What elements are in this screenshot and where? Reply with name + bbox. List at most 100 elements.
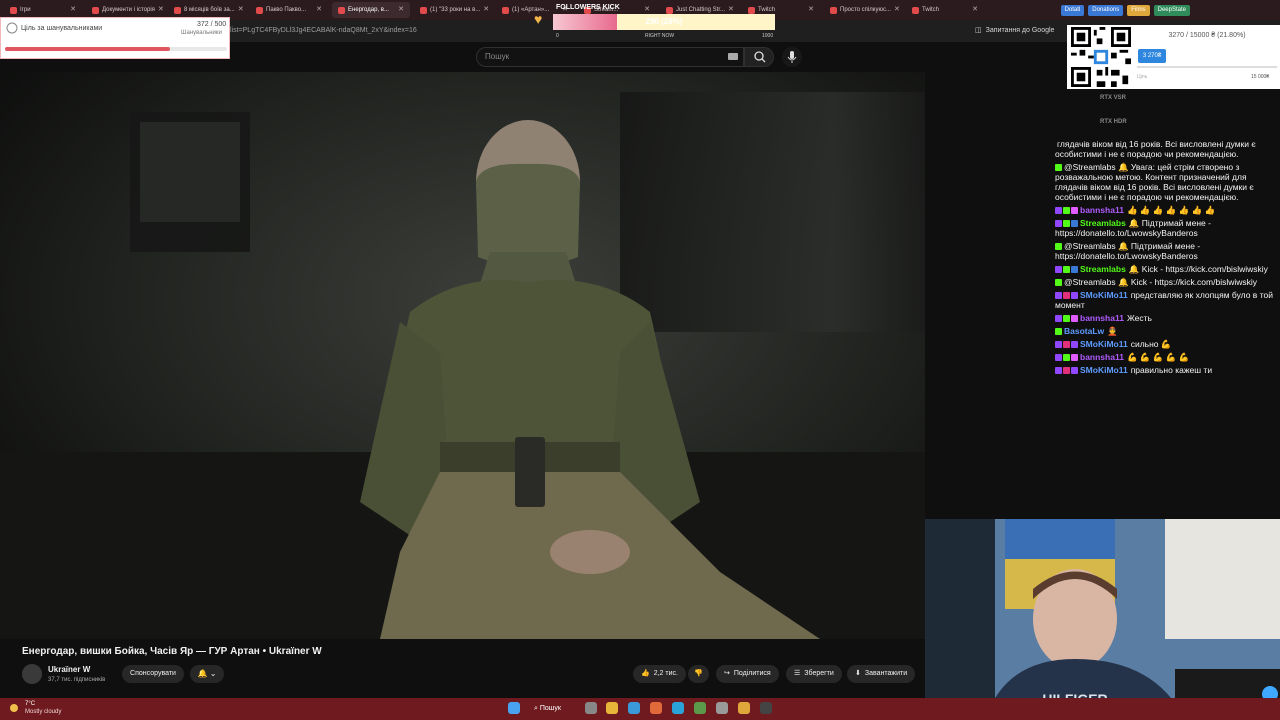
goal-progress-track bbox=[5, 47, 227, 51]
browser-tab[interactable]: Енергодар, в... ✕ bbox=[332, 2, 410, 18]
chat-username[interactable]: BasotaLw bbox=[1064, 326, 1104, 336]
video-player[interactable] bbox=[0, 72, 925, 639]
chat-badge-icon bbox=[1071, 367, 1078, 375]
chat-username[interactable]: SMoKiMo11 bbox=[1080, 365, 1128, 375]
weather-icon bbox=[10, 704, 18, 712]
ask-google-button[interactable]: ◫ Запитання до Google bbox=[975, 23, 1054, 39]
chat-badge-icon bbox=[1055, 315, 1062, 323]
chat-username[interactable]: SMoKiMo11 bbox=[1080, 290, 1128, 300]
browser-tab[interactable]: Ігри ✕ bbox=[4, 2, 82, 18]
chat-username[interactable]: SMoKiMo11 bbox=[1080, 339, 1128, 349]
dislike-button[interactable]: 👎 bbox=[688, 665, 709, 683]
bookmark-item[interactable]: DeepState bbox=[1153, 4, 1190, 16]
chat-badges bbox=[1055, 164, 1062, 172]
chrome-icon[interactable] bbox=[738, 702, 750, 714]
close-tab-icon[interactable]: ✕ bbox=[398, 2, 404, 18]
edge-icon[interactable] bbox=[628, 702, 640, 714]
search-button[interactable] bbox=[744, 47, 774, 67]
bookmark-item[interactable]: Films bbox=[1127, 4, 1150, 16]
share-label: Поділитися bbox=[733, 670, 771, 677]
close-tab-icon[interactable]: ✕ bbox=[894, 2, 900, 18]
file-explorer-icon[interactable] bbox=[606, 702, 618, 714]
rtx-vsr-label: RTX VSR bbox=[1100, 95, 1127, 101]
bookmark-item[interactable]: Donations bbox=[1088, 4, 1124, 16]
chat-badges bbox=[1055, 315, 1078, 323]
tab-label: Twitch bbox=[922, 7, 940, 13]
keyboard-icon[interactable] bbox=[728, 53, 738, 60]
followers-now-label: RIGHT NOW bbox=[645, 33, 675, 39]
weather-temperature[interactable]: 7°C bbox=[25, 701, 35, 707]
chat-badges bbox=[1055, 243, 1062, 251]
close-tab-icon[interactable]: ✕ bbox=[70, 2, 76, 18]
steam-icon[interactable] bbox=[760, 702, 772, 714]
chat-username[interactable]: Streamlabs bbox=[1080, 264, 1126, 274]
weather-description[interactable]: Mostly cloudy bbox=[25, 709, 61, 715]
close-tab-icon[interactable]: ✕ bbox=[316, 2, 322, 18]
chat-badge-icon bbox=[1063, 367, 1070, 375]
chat-message: @Streamlabs 🔔 Kick - https://kick.com/bi… bbox=[1055, 277, 1277, 287]
thumbs-down-icon: 👎 bbox=[694, 670, 703, 677]
close-tab-icon[interactable]: ✕ bbox=[972, 2, 978, 18]
chat-username[interactable]: bannsha11 bbox=[1080, 205, 1124, 215]
donation-progress-track bbox=[1137, 66, 1277, 68]
close-tab-icon[interactable]: ✕ bbox=[158, 2, 164, 18]
chat-badge-icon bbox=[1055, 292, 1062, 300]
browser-tab[interactable]: Просто спілкуюс... ✕ bbox=[824, 2, 902, 18]
followers-max: 1000 bbox=[762, 33, 774, 39]
obs-icon[interactable] bbox=[716, 702, 728, 714]
close-tab-icon[interactable]: ✕ bbox=[238, 2, 244, 18]
browser-tab[interactable]: Документи і історія ✕ bbox=[86, 2, 164, 18]
start-icon[interactable] bbox=[508, 702, 520, 714]
share-button[interactable]: ↪ Поділитися bbox=[716, 665, 779, 683]
bookmark-bar: Dotatl Donations Films DeepState bbox=[1057, 4, 1190, 16]
browser-tab[interactable]: (1) "33 роки на в... ✕ bbox=[414, 2, 492, 18]
chat-username[interactable]: bannsha11 bbox=[1080, 352, 1124, 362]
task-view-icon[interactable] bbox=[585, 702, 597, 714]
chat-message: @Streamlabs 🔔 Увага: цей стрім створено … bbox=[1055, 162, 1277, 202]
chat-username[interactable]: Streamlabs bbox=[1080, 218, 1126, 228]
chat-badge-icon bbox=[1055, 328, 1062, 336]
chat-badge-icon bbox=[1063, 266, 1070, 274]
chat-message: Streamlabs 🔔 Підтримай мене - https://don… bbox=[1055, 218, 1277, 238]
chat-badge-icon bbox=[1063, 220, 1070, 228]
notifications-button[interactable]: 🔔 ⌄ bbox=[190, 665, 224, 683]
sponsor-button[interactable]: Спонсорувати bbox=[122, 665, 184, 683]
channel-name[interactable]: Ukraїner W bbox=[48, 665, 90, 674]
goal-count: 372 / 500 bbox=[197, 21, 227, 28]
browser-tab[interactable]: Twitch ✕ bbox=[906, 2, 984, 18]
bookmark-item[interactable]: Dotatl bbox=[1060, 4, 1085, 16]
chat-badge-icon bbox=[1071, 266, 1078, 274]
tab-label: (1) "33 роки на в... bbox=[430, 7, 481, 13]
app-icon[interactable] bbox=[694, 702, 706, 714]
chat-badge-icon bbox=[1055, 367, 1062, 375]
firefox-icon[interactable] bbox=[650, 702, 662, 714]
chat-badge-icon bbox=[1071, 315, 1078, 323]
browser-tab[interactable]: 8 місяців боїв за... ✕ bbox=[168, 2, 246, 18]
browser-tab[interactable]: Пакво Пакво... ✕ bbox=[250, 2, 328, 18]
close-tab-icon[interactable]: ✕ bbox=[808, 2, 814, 18]
donation-max-label: 15 000₴ bbox=[1251, 74, 1270, 80]
donation-min-label: Ціль bbox=[1137, 74, 1148, 80]
fans-goal-widget: Ціль за шанувальниками 372 / 500 Шанувал… bbox=[0, 17, 230, 59]
channel-avatar[interactable] bbox=[22, 664, 42, 684]
tab-label: Пакво Пакво... bbox=[266, 7, 307, 13]
search-input[interactable]: Пошук bbox=[476, 47, 744, 67]
close-tab-icon[interactable]: ✕ bbox=[483, 2, 489, 18]
chat-badge-icon bbox=[1063, 292, 1070, 300]
download-button[interactable]: ⬇ Завантажити bbox=[847, 665, 916, 683]
followers-kick-label: FOLLOWERS KICK bbox=[556, 4, 620, 11]
stream-chat: глядачів віком від 16 років. Всі висловл… bbox=[1055, 139, 1277, 378]
save-button[interactable]: ☰ Зберегти bbox=[786, 665, 842, 683]
video-frame-image bbox=[0, 72, 925, 639]
chat-username[interactable]: bannsha11 bbox=[1080, 313, 1124, 323]
chat-badge-icon bbox=[1055, 341, 1062, 349]
like-button[interactable]: 👍 2,2 тис. bbox=[633, 665, 686, 683]
save-label: Зберегти bbox=[804, 670, 834, 677]
taskbar-search[interactable]: ⌕ Пошук bbox=[534, 702, 578, 716]
chat-text: @Streamlabs 🔔 Увага: цей стрім створено … bbox=[1055, 162, 1254, 202]
telegram-icon[interactable] bbox=[672, 702, 684, 714]
tab-favicon-icon bbox=[830, 6, 837, 14]
voice-search-button[interactable] bbox=[782, 47, 802, 67]
chat-badge-icon bbox=[1055, 243, 1062, 251]
subscriber-count: 37,7 тис. підписників bbox=[48, 677, 106, 683]
